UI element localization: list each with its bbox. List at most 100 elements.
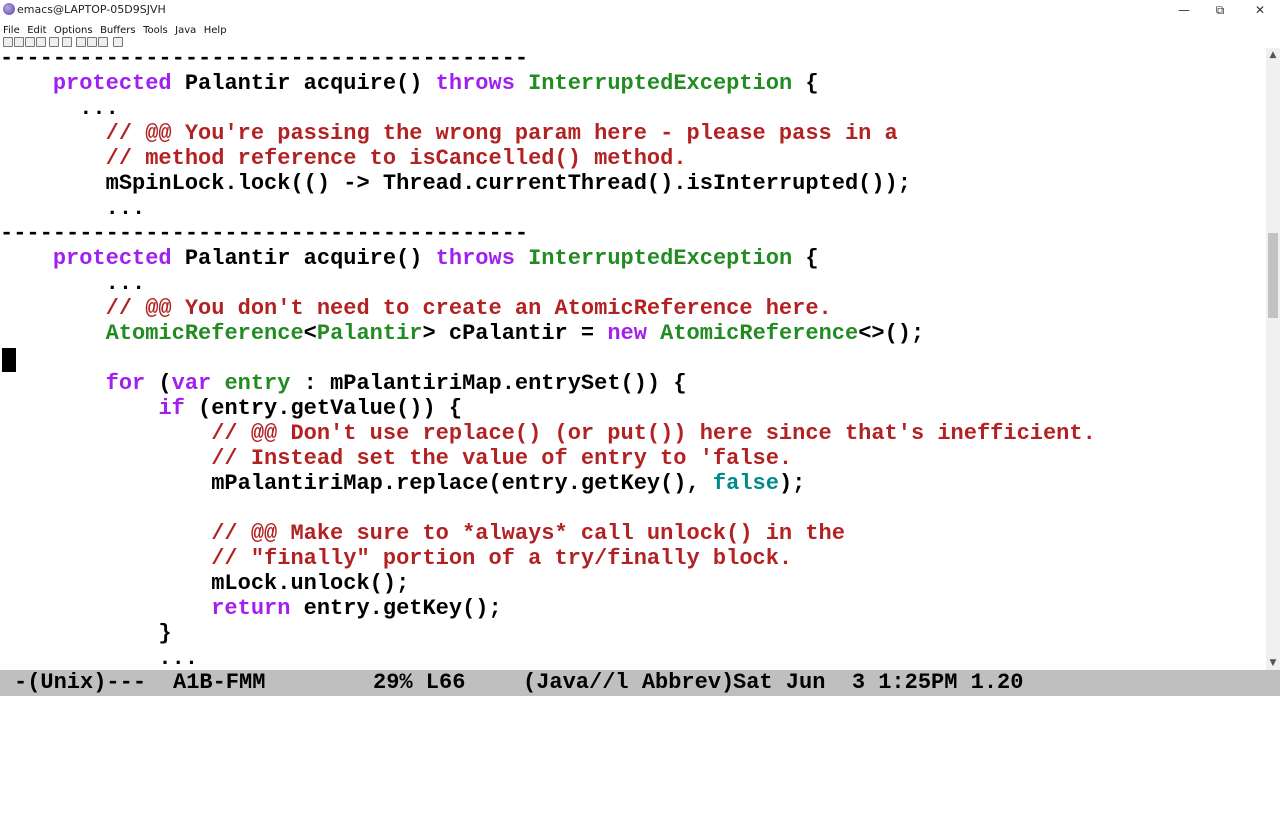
code-comment: // Instead set the value of entry to 'fa… <box>211 446 793 471</box>
code-comment: // @@ You're passing the wrong param her… <box>105 121 898 146</box>
keyword: protected <box>52 246 172 271</box>
code-line: if (entry.getValue()) { <box>0 396 462 421</box>
code-text: Palantir acquire() <box>171 246 436 271</box>
vertical-scrollbar[interactable]: ▲ ▼ <box>1266 48 1280 670</box>
code-text: : mPalantiriMap.entrySet()) { <box>290 371 687 396</box>
code-text: entry.getKey(); <box>290 596 502 621</box>
emacs-icon <box>3 3 15 15</box>
text-cursor <box>2 348 16 372</box>
code-editor[interactable]: ----------------------------------------… <box>0 48 1266 670</box>
scroll-down-icon[interactable]: ▼ <box>1266 656 1280 670</box>
code-text: mPalantiriMap.replace(entry.getKey(), <box>0 471 713 496</box>
save-icon[interactable] <box>49 37 59 47</box>
keyword: throws <box>435 71 515 96</box>
code-line: mPalantiriMap.replace(entry.getKey(), fa… <box>0 471 805 496</box>
copy-icon[interactable] <box>87 37 97 47</box>
close-icon[interactable]: ✕ <box>1240 0 1280 20</box>
title-bar: emacs@LAPTOP-05D9SJVH — ⧉ ✕ <box>0 0 1280 20</box>
code-line: ---------------------------------------- <box>0 48 529 71</box>
close-buffer-icon[interactable] <box>36 37 46 47</box>
code-line: // @@ Don't use replace() (or put()) her… <box>0 421 1096 446</box>
code-line: ... <box>0 196 146 221</box>
open-dir-icon[interactable] <box>25 37 35 47</box>
search-icon[interactable] <box>113 37 123 47</box>
restore-icon[interactable]: ⧉ <box>1200 0 1240 20</box>
type-name: AtomicReference <box>660 321 859 346</box>
code-text: Palantir acquire() <box>171 71 436 96</box>
code-text: <>(); <box>858 321 925 346</box>
type-name: InterruptedException <box>528 71 793 96</box>
code-text: { <box>792 71 819 96</box>
code-text: > cPalantir = <box>422 321 608 346</box>
minimize-icon[interactable]: — <box>1164 0 1204 20</box>
type-name: Palantir <box>316 321 423 346</box>
buffer-name[interactable]: A1B-FMM <box>173 670 265 696</box>
variable-name: entry <box>224 371 291 396</box>
new-file-icon[interactable] <box>3 37 13 47</box>
open-folder-icon[interactable] <box>14 37 24 47</box>
keyword: new <box>607 321 647 346</box>
code-comment: // method reference to isCancelled() met… <box>105 146 687 171</box>
code-line: // method reference to isCancelled() met… <box>0 146 687 171</box>
code-text: { <box>792 246 819 271</box>
code-comment: // "finally" portion of a try/finally bl… <box>211 546 793 571</box>
scroll-thumb[interactable] <box>1268 233 1278 318</box>
code-line: return entry.getKey(); <box>0 596 502 621</box>
clock: Sat Jun 3 1:25PM 1.20 <box>733 670 1024 695</box>
major-mode[interactable]: (Java//l Abbrev) <box>523 670 734 696</box>
code-line: mLock.unlock(); <box>0 571 410 596</box>
window-title: emacs@LAPTOP-05D9SJVH <box>17 3 166 16</box>
minibuffer[interactable] <box>0 696 1280 720</box>
keyword: var <box>171 371 212 396</box>
code-comment: // @@ Make sure to *always* call unlock(… <box>211 521 845 546</box>
mode-line: -(Unix)--- A1B-FMM 29% L66 (Java//l Abbr… <box>0 670 1280 696</box>
code-line: } <box>0 621 172 646</box>
code-line: mSpinLock.lock(() -> Thread.currentThrea… <box>0 171 911 196</box>
buffer-position: 29% L66 <box>373 670 466 695</box>
code-line: AtomicReference <Palantir> cPalantir = ne… <box>0 321 925 346</box>
code-line: // @@ You don't need to create an Atomic… <box>0 296 832 321</box>
keyword: for <box>105 371 146 396</box>
undo-icon[interactable] <box>62 37 72 47</box>
code-comment: // @@ Don't use replace() (or put()) her… <box>211 421 1096 446</box>
scroll-up-icon[interactable]: ▲ <box>1266 48 1280 62</box>
code-line: ---------------------------------------- <box>0 221 529 246</box>
code-line: // @@ You're passing the wrong param her… <box>0 121 898 146</box>
menu-bar: File Edit Options Buffers Tools Java Hel… <box>0 20 1280 36</box>
code-line: protected Palantir acquire() throws Inte… <box>0 71 819 96</box>
code-line: ... <box>0 271 146 296</box>
keyword: if <box>158 396 185 421</box>
code-line: // Instead set the value of entry to 'fa… <box>0 446 792 471</box>
code-text: < <box>303 321 317 346</box>
paste-icon[interactable] <box>98 37 108 47</box>
code-line: protected Palantir acquire() throws Inte… <box>0 246 819 271</box>
type-name: InterruptedException <box>528 246 793 271</box>
keyword: return <box>211 596 291 621</box>
code-line: ... <box>0 646 199 670</box>
code-line: // @@ Make sure to *always* call unlock(… <box>0 521 845 546</box>
code-text: ); <box>778 471 806 496</box>
tool-bar <box>0 35 1280 48</box>
code-text: ( <box>145 371 172 396</box>
code-line: for (var entry : mPalantiriMap.entrySet(… <box>0 371 687 396</box>
keyword: throws <box>435 246 515 271</box>
code-text: (entry.getValue()) { <box>184 396 463 421</box>
code-comment: // @@ You don't need to create an Atomic… <box>105 296 832 321</box>
cut-icon[interactable] <box>76 37 86 47</box>
constant: false <box>712 471 779 496</box>
